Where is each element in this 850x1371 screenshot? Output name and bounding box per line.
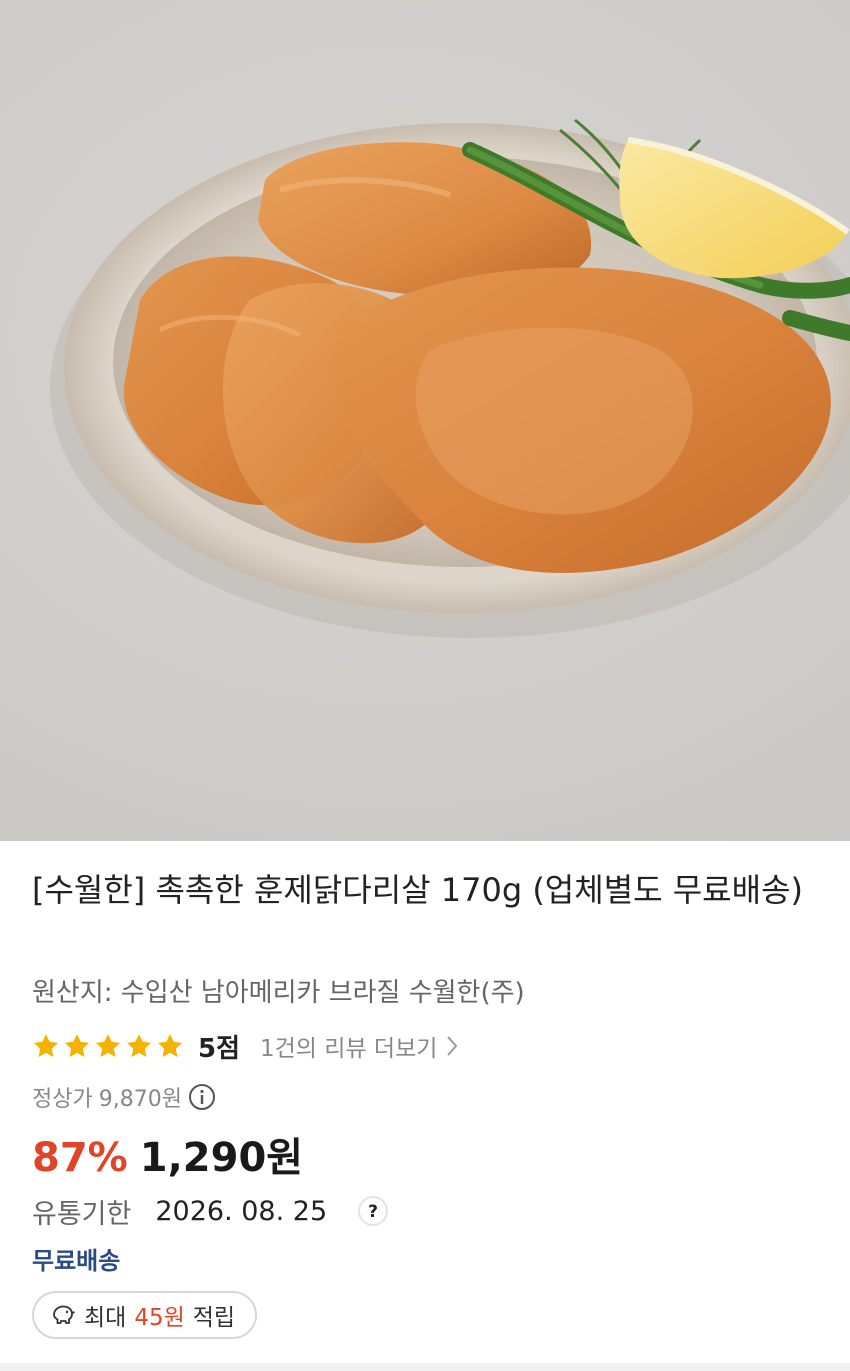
- expiry-label: 유통기한: [32, 1198, 132, 1230]
- section-divider: [0, 1363, 850, 1371]
- info-icon[interactable]: [188, 1083, 216, 1111]
- discount-rate: 87%: [32, 1135, 128, 1181]
- expiry-row: 유통기한 2026. 08. 25 ?: [32, 1193, 389, 1230]
- list-price-row: 정상가 9,870원: [32, 1081, 216, 1113]
- review-more-label: 1건의 리뷰 더보기: [260, 1036, 438, 1062]
- price-row: 87% 1,290원: [32, 1125, 303, 1181]
- points-prefix: 최대: [84, 1305, 127, 1331]
- rating-row: 5점 1건의 리뷰 더보기: [32, 1029, 459, 1064]
- points-amount: 45원: [134, 1305, 185, 1331]
- free-shipping-label: 무료배송: [32, 1247, 121, 1275]
- review-more-link[interactable]: 1건의 리뷰 더보기: [260, 1029, 459, 1063]
- sale-price: 1,290원: [139, 1135, 304, 1181]
- star-rating: [32, 1032, 184, 1060]
- list-price-label: 정상가: [32, 1087, 93, 1112]
- star-icon: [126, 1034, 152, 1057]
- star-icon: [95, 1034, 121, 1057]
- piggy-bank-icon: [53, 1305, 75, 1324]
- product-title: [수월한] 촉촉한 훈제닭다리살 170g (업체별도 무료배송): [32, 871, 803, 909]
- list-price-value: 9,870원: [98, 1087, 182, 1112]
- food-photo-chicken-plate-icon: [50, 118, 850, 638]
- svg-text:?: ?: [368, 1202, 378, 1222]
- rating-score: 5점: [198, 1033, 241, 1064]
- star-icon: [64, 1034, 90, 1057]
- chevron-right-icon: [447, 1036, 458, 1056]
- star-icon: [157, 1034, 183, 1057]
- star-icon: [33, 1034, 59, 1057]
- product-image[interactable]: [0, 0, 850, 841]
- expiry-date: 2026. 08. 25: [155, 1195, 328, 1227]
- product-detail-page: [수월한] 촉촉한 훈제닭다리살 170g (업체별도 무료배송) 원산지: 수…: [0, 0, 850, 1371]
- reward-points-badge[interactable]: 최대 45원 적립: [32, 1291, 258, 1339]
- product-origin: 원산지: 수입산 남아메리카 브라질 수월한(주): [32, 978, 525, 1008]
- question-icon[interactable]: ?: [357, 1195, 389, 1227]
- points-suffix: 적립: [192, 1305, 236, 1331]
- product-info-panel: [수월한] 촉촉한 훈제닭다리살 170g (업체별도 무료배송) 원산지: 수…: [0, 841, 850, 1371]
